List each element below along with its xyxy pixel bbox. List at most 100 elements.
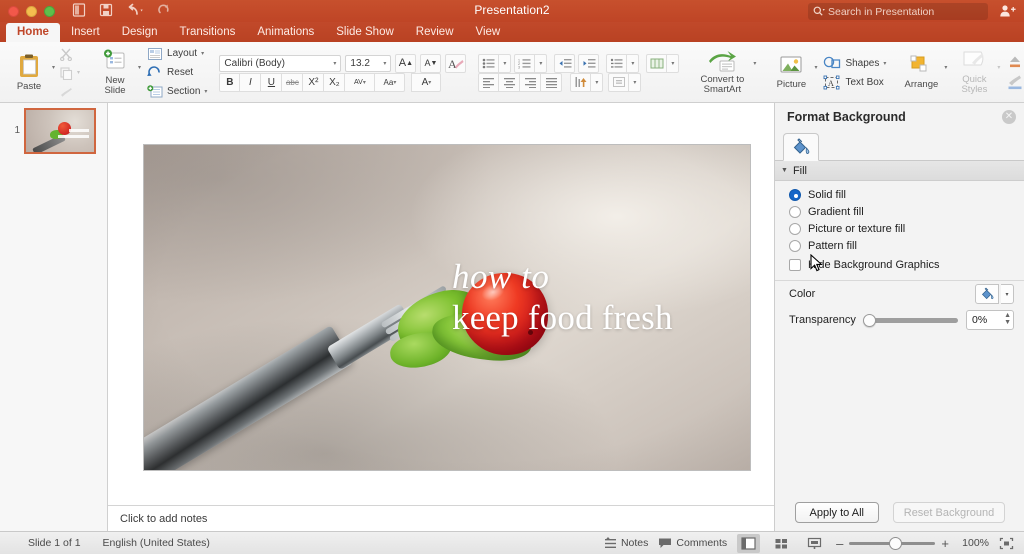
strikethrough-button[interactable]: abc bbox=[282, 72, 304, 92]
reset-background-button[interactable]: Reset Background bbox=[892, 502, 1006, 523]
search-input[interactable]: Search in Presentation bbox=[808, 3, 988, 20]
zoom-slider-handle[interactable] bbox=[889, 536, 903, 550]
fill-color-button[interactable] bbox=[975, 284, 999, 304]
change-case-button[interactable]: Aa ▾ bbox=[375, 72, 406, 92]
align-left-button[interactable] bbox=[478, 72, 500, 92]
apply-to-all-button[interactable]: Apply to All bbox=[794, 502, 879, 523]
radio-button[interactable] bbox=[789, 206, 801, 218]
person-add-icon[interactable] bbox=[999, 4, 1016, 18]
tab-review[interactable]: Review bbox=[405, 23, 465, 42]
tab-insert[interactable]: Insert bbox=[60, 23, 111, 42]
slide-canvas-area[interactable]: how to keep food fresh bbox=[108, 103, 774, 505]
new-slide-dropdown-icon[interactable]: ▾ bbox=[138, 64, 141, 71]
radio-pattern-fill[interactable]: Pattern fill bbox=[775, 240, 1024, 257]
superscript-button[interactable]: X² bbox=[303, 72, 325, 92]
paste-dropdown-icon[interactable]: ▾ bbox=[52, 64, 55, 71]
close-icon[interactable]: ✕ bbox=[1002, 110, 1016, 124]
fill-section-header[interactable]: ▼ Fill bbox=[775, 161, 1024, 181]
tab-animations[interactable]: Animations bbox=[246, 23, 325, 42]
align-right-button[interactable] bbox=[520, 72, 542, 92]
radio-solid-fill[interactable]: Solid fill bbox=[775, 189, 1024, 206]
shapes-button[interactable]: Shapes ▾ bbox=[823, 55, 886, 72]
zoom-in-button[interactable]: + bbox=[941, 536, 949, 551]
section-dropdown-icon[interactable]: ▾ bbox=[204, 88, 207, 95]
slide-thumbnail-1[interactable] bbox=[24, 108, 96, 154]
numbering-dropdown-icon[interactable]: ▾ bbox=[535, 53, 548, 73]
subscript-button[interactable]: X₂ bbox=[324, 72, 346, 92]
font-size-dropdown-icon[interactable]: ▾ bbox=[383, 60, 386, 67]
shrink-font-button[interactable]: A ▼ bbox=[420, 53, 442, 73]
columns-button[interactable] bbox=[646, 53, 668, 73]
font-color-button[interactable]: A ▾ bbox=[411, 72, 442, 92]
shapes-dropdown-icon[interactable]: ▾ bbox=[883, 60, 886, 67]
tab-slide-show[interactable]: Slide Show bbox=[325, 23, 405, 42]
copy-dropdown-icon[interactable]: ▾ bbox=[77, 69, 80, 76]
transparency-slider-handle[interactable] bbox=[862, 313, 876, 327]
font-name-input[interactable]: Calibri (Body) ▾ bbox=[219, 54, 342, 72]
bullets-button[interactable] bbox=[478, 53, 500, 73]
paste-button[interactable]: Paste bbox=[6, 53, 52, 92]
reset-button[interactable]: Reset bbox=[147, 64, 207, 81]
slide-thumbnail-pane[interactable]: 1 bbox=[0, 103, 108, 531]
format-painter-button[interactable] bbox=[59, 83, 80, 100]
numbering-button[interactable]: 1 2 3 bbox=[514, 53, 536, 73]
text-direction-button[interactable] bbox=[570, 72, 592, 92]
chevron-down-icon[interactable]: ▼ bbox=[781, 167, 788, 174]
font-size-input[interactable]: 13.2 ▾ bbox=[345, 54, 392, 72]
notes-button[interactable]: Notes bbox=[604, 537, 648, 549]
smartart-dropdown-icon[interactable]: ▾ bbox=[753, 60, 756, 67]
align-center-button[interactable] bbox=[499, 72, 521, 92]
fit-to-window-icon[interactable] bbox=[999, 537, 1014, 550]
zoom-out-button[interactable]: – bbox=[836, 536, 843, 551]
align-text-dropdown-icon[interactable]: ▾ bbox=[629, 72, 642, 92]
slide-sorter-view-button[interactable] bbox=[770, 534, 793, 553]
arrange-button[interactable]: Arrange bbox=[898, 55, 944, 90]
copy-button[interactable]: ▾ bbox=[59, 64, 80, 81]
zoom-track[interactable] bbox=[849, 536, 936, 550]
bold-button[interactable]: B bbox=[219, 72, 241, 92]
picture-button[interactable]: Picture bbox=[768, 55, 814, 90]
text-box-button[interactable]: A Text Box bbox=[823, 74, 886, 91]
checkbox-hide-background-graphics[interactable]: Hide Background Graphics bbox=[775, 257, 1024, 271]
layout-dropdown-icon[interactable]: ▾ bbox=[201, 50, 204, 57]
slide-show-view-button[interactable] bbox=[803, 534, 826, 553]
layout-button[interactable]: Layout ▾ bbox=[147, 45, 207, 62]
tab-fill[interactable] bbox=[783, 133, 819, 161]
zoom-slider[interactable]: – + bbox=[836, 536, 949, 551]
justify-button[interactable] bbox=[541, 72, 563, 92]
radio-button[interactable] bbox=[789, 223, 801, 235]
arrange-dropdown-icon[interactable]: ▾ bbox=[944, 64, 947, 71]
new-slide-button[interactable]: New Slide bbox=[92, 49, 138, 96]
quick-styles-dropdown-icon[interactable]: ▾ bbox=[997, 64, 1000, 71]
section-button[interactable]: Section ▾ bbox=[147, 83, 207, 100]
decrease-indent-button[interactable] bbox=[554, 53, 576, 73]
comments-button[interactable]: Comments bbox=[658, 537, 727, 549]
italic-button[interactable]: I bbox=[240, 72, 262, 92]
tab-home[interactable]: Home bbox=[6, 23, 60, 42]
underline-button[interactable]: U bbox=[261, 72, 283, 92]
transparency-slider[interactable] bbox=[862, 313, 958, 327]
align-text-button[interactable] bbox=[608, 72, 630, 92]
tab-design[interactable]: Design bbox=[111, 23, 169, 42]
columns-dropdown-icon[interactable]: ▾ bbox=[667, 53, 680, 73]
convert-to-smartart-button[interactable]: Convert to SmartArt bbox=[691, 50, 753, 95]
increase-indent-button[interactable] bbox=[578, 53, 600, 73]
checkbox[interactable] bbox=[789, 259, 801, 271]
slide-canvas[interactable]: how to keep food fresh bbox=[144, 145, 750, 470]
normal-view-button[interactable] bbox=[737, 533, 761, 553]
notes-pane[interactable]: Click to add notes bbox=[108, 505, 774, 531]
slide-title-textbox[interactable]: how to keep food fresh bbox=[452, 257, 742, 339]
thumbnail-row[interactable]: 1 bbox=[0, 108, 108, 154]
transparency-input[interactable]: 0% ▲ ▼ bbox=[966, 310, 1014, 330]
shape-fill-button[interactable]: ▾ bbox=[1006, 55, 1024, 72]
tab-view[interactable]: View bbox=[465, 23, 512, 42]
shape-effects-button[interactable]: ▾ bbox=[1006, 74, 1024, 91]
bullets-dropdown-icon[interactable]: ▾ bbox=[499, 53, 512, 73]
line-spacing-dropdown-icon[interactable]: ▾ bbox=[627, 53, 640, 73]
cut-button[interactable] bbox=[59, 45, 80, 62]
radio-gradient-fill[interactable]: Gradient fill bbox=[775, 206, 1024, 223]
radio-button[interactable] bbox=[789, 189, 801, 201]
chevron-down-icon[interactable]: ▾ bbox=[1001, 284, 1014, 304]
picture-dropdown-icon[interactable]: ▾ bbox=[814, 64, 817, 71]
stepper-arrows[interactable]: ▲ ▼ bbox=[1004, 312, 1011, 326]
